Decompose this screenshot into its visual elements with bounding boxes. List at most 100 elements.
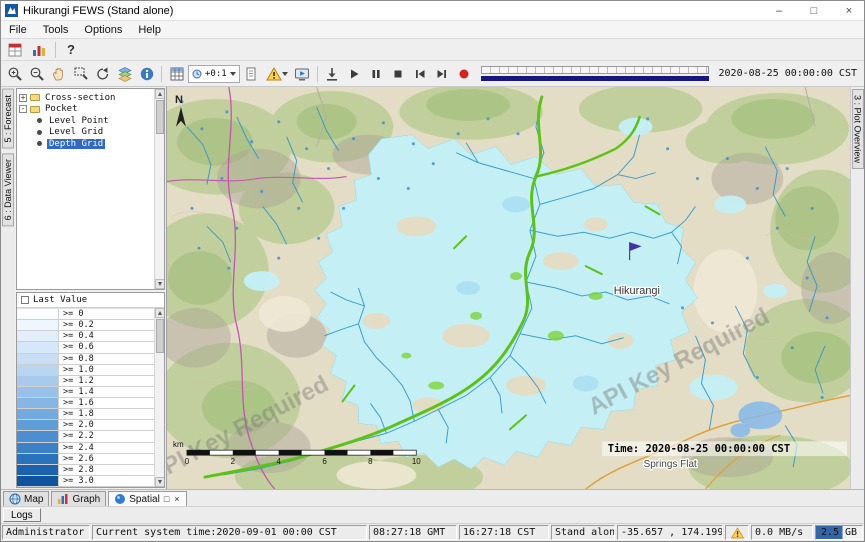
tree-item-level-grid[interactable]: Level Grid: [35, 127, 152, 139]
legend-row: >= 2.8: [17, 465, 154, 476]
legend-scrollbar[interactable]: [154, 308, 164, 487]
right-tab-strip: 3 : Plot Overview: [850, 87, 864, 489]
sidebar-tab-forecast[interactable]: 5 : Forecast: [2, 89, 14, 149]
tab-spatial[interactable]: Spatial □ ×: [108, 491, 186, 506]
zoom-out-button[interactable]: [26, 64, 47, 84]
expand-icon[interactable]: +: [19, 94, 27, 102]
scrollbar-thumb[interactable]: [156, 319, 164, 353]
layers-button[interactable]: [114, 64, 135, 84]
town-label: Hikurangi: [614, 285, 660, 297]
maximize-button[interactable]: □: [799, 1, 829, 20]
scale-unit-label: km: [173, 440, 184, 449]
legend-row: >= 0.4: [17, 331, 154, 342]
first-step-button[interactable]: [410, 64, 431, 84]
tab-map[interactable]: Map: [3, 491, 49, 506]
current-time-label: 2020-08-25 00:00:00 CST: [719, 68, 857, 79]
status-user: Administrator: [2, 525, 90, 540]
play-button[interactable]: [344, 64, 365, 84]
map-canvas[interactable]: API Key Required API Key Required Hikura…: [167, 87, 850, 489]
tree-scrollbar[interactable]: [154, 89, 164, 289]
profile-document-button[interactable]: [241, 64, 262, 84]
main-region: 5 : Forecast 6 : Data Viewer + Cross-sec…: [1, 87, 864, 489]
bar-chart-icon: [57, 493, 69, 505]
menu-tools[interactable]: Tools: [35, 22, 77, 38]
legend-row: >= 0.2: [17, 320, 154, 331]
legend-panel: Last Value >= 0 >= 0.2 >= 0.4 >= 0.6 >= …: [16, 292, 165, 488]
panel-close-button[interactable]: ×: [173, 494, 180, 504]
pause-button[interactable]: [366, 64, 387, 84]
sidebar-tab-plot-overview[interactable]: 3 : Plot Overview: [852, 89, 864, 169]
pan-button[interactable]: [48, 64, 69, 84]
legend-label: >= 2.0: [59, 420, 154, 430]
zoom-box-button[interactable]: [70, 64, 91, 84]
previous-zoom-button[interactable]: [92, 64, 113, 84]
legend-label: >= 1.4: [59, 387, 154, 397]
thresholds-warning-button[interactable]: [263, 64, 291, 84]
undo-zoom-icon: [95, 66, 111, 82]
svg-text:6: 6: [322, 457, 327, 466]
zoom-in-button[interactable]: [4, 64, 25, 84]
status-bar: Administrator Current system time:2020-0…: [1, 523, 864, 541]
interval-selector[interactable]: +0:1: [188, 65, 240, 83]
tree-item-label[interactable]: Level Point: [47, 116, 111, 126]
legend-label: >= 1.6: [59, 398, 154, 408]
info-button[interactable]: [136, 64, 157, 84]
legend-row: >= 2.6: [17, 454, 154, 465]
menu-options[interactable]: Options: [76, 22, 130, 38]
scroll-down-icon[interactable]: [155, 477, 165, 487]
svg-text:N: N: [175, 94, 183, 106]
menu-file[interactable]: File: [1, 22, 35, 38]
close-button[interactable]: ×: [834, 1, 864, 20]
legend-row: >= 0.6: [17, 342, 154, 353]
database-status-button[interactable]: [28, 40, 49, 60]
export-timeseries-button[interactable]: [322, 64, 343, 84]
scroll-up-icon[interactable]: [155, 308, 165, 318]
time-slider-track[interactable]: [481, 66, 709, 74]
tree-item-label[interactable]: Level Grid: [47, 127, 105, 137]
last-value-checkbox[interactable]: [21, 296, 29, 304]
legend-label: >= 2.4: [59, 443, 154, 453]
collapse-icon[interactable]: -: [19, 105, 27, 113]
status-memory: 2.5 GB: [815, 525, 863, 540]
toolbar-separator: [55, 42, 56, 58]
data-viewer-panel: + Cross-section - Pocket Level Point: [15, 87, 167, 489]
menu-help[interactable]: Help: [130, 22, 169, 38]
svg-text:8: 8: [368, 457, 373, 466]
panel-maximize-button[interactable]: □: [163, 494, 170, 504]
tree-item-label-selected[interactable]: Depth Grid: [47, 139, 105, 149]
scroll-up-icon[interactable]: [155, 89, 165, 99]
status-gmt-time: 08:27:18 GMT: [369, 525, 457, 540]
legend-row: >= 1.2: [17, 376, 154, 387]
database-import-button[interactable]: [4, 40, 25, 60]
grid-display-button[interactable]: [166, 64, 187, 84]
skip-end-icon: [435, 67, 449, 81]
help-button[interactable]: ?: [62, 40, 80, 60]
legend-row: >= 1.8: [17, 409, 154, 420]
stop-icon: [391, 67, 405, 81]
tab-graph[interactable]: Graph: [51, 491, 106, 506]
stop-button[interactable]: [388, 64, 409, 84]
logs-button[interactable]: Logs: [3, 508, 41, 522]
status-warning[interactable]: [725, 525, 749, 540]
animation-display-button[interactable]: [292, 64, 313, 84]
legend-row: >= 1.4: [17, 387, 154, 398]
svg-text:2: 2: [231, 457, 236, 466]
record-button[interactable]: [454, 64, 475, 84]
status-download-rate: 0.0 MB/s: [751, 525, 813, 540]
tree-item-label[interactable]: Pocket: [43, 104, 80, 114]
tree-item-level-point[interactable]: Level Point: [35, 115, 152, 127]
time-slider[interactable]: [481, 65, 709, 83]
minimize-button[interactable]: –: [764, 1, 794, 20]
scrollbar-thumb[interactable]: [156, 100, 164, 134]
tree-item-label[interactable]: Cross-section: [43, 93, 117, 103]
sidebar-tab-data-viewer[interactable]: 6 : Data Viewer: [2, 153, 14, 226]
tree-item-depth-grid[interactable]: Depth Grid: [35, 138, 152, 150]
tree-item-cross-section[interactable]: + Cross-section: [19, 92, 152, 104]
toolbar-main: ?: [1, 39, 864, 61]
scroll-down-icon[interactable]: [155, 279, 165, 289]
menu-bar: File Tools Options Help: [1, 21, 864, 39]
tree-item-pocket[interactable]: - Pocket: [19, 104, 152, 116]
legend-swatch: [17, 454, 59, 464]
last-step-button[interactable]: [432, 64, 453, 84]
folder-icon: [30, 106, 40, 113]
